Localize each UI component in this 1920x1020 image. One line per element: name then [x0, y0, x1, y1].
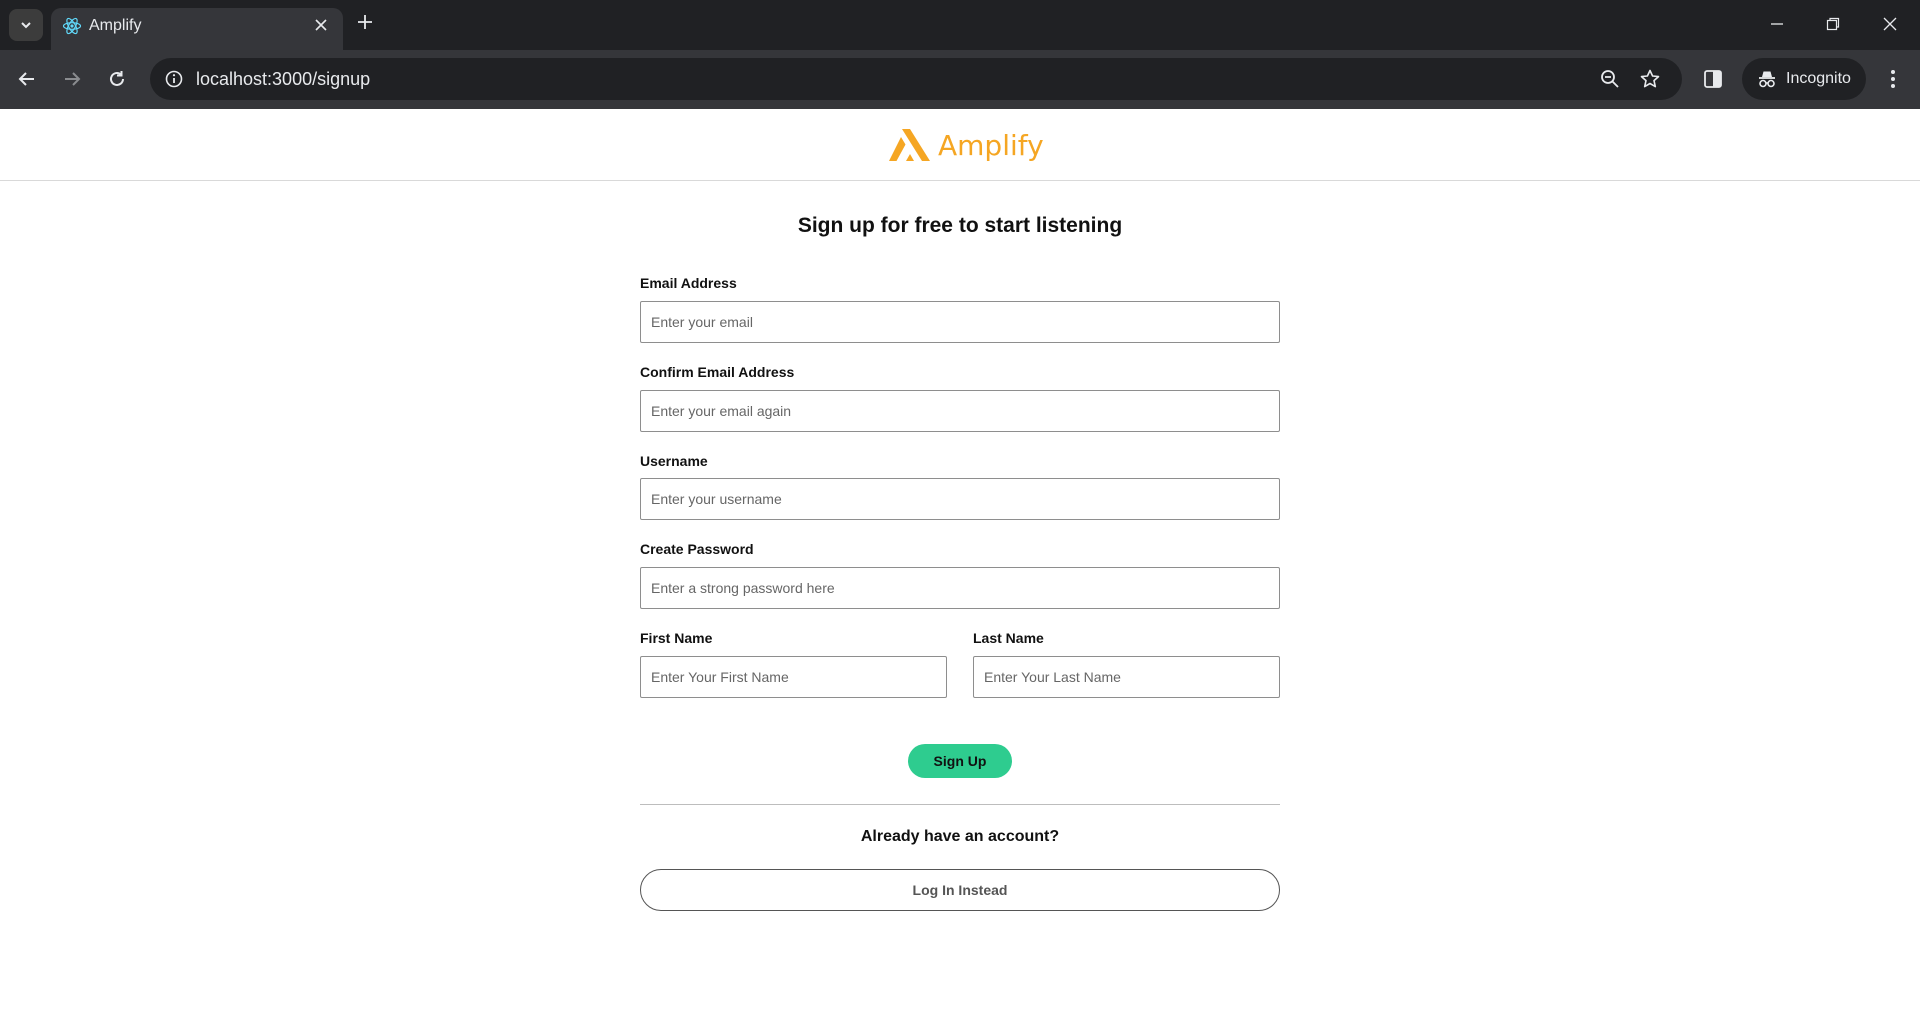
new-tab-button[interactable] — [353, 10, 377, 34]
username-field[interactable] — [640, 478, 1280, 520]
close-icon — [1883, 17, 1897, 31]
url-text: localhost:3000/signup — [196, 69, 371, 89]
restore-icon — [1826, 17, 1840, 31]
back-button[interactable] — [12, 64, 42, 94]
password-label: Create Password — [640, 541, 754, 557]
confirm-email-field[interactable] — [640, 390, 1280, 432]
browser-menu-button[interactable] — [1881, 64, 1905, 94]
browser-tab[interactable]: Amplify — [51, 8, 343, 50]
plus-icon — [358, 15, 372, 29]
side-panel-icon — [1704, 70, 1722, 88]
first-name-label: First Name — [640, 630, 713, 646]
arrow-right-icon — [65, 72, 81, 86]
zoom-button[interactable] — [1598, 67, 1622, 91]
forward-button[interactable] — [57, 64, 87, 94]
last-name-field[interactable] — [973, 656, 1280, 698]
bookmark-button[interactable] — [1638, 67, 1662, 91]
email-label: Email Address — [640, 275, 737, 291]
sign-up-button[interactable]: Sign Up — [908, 744, 1012, 778]
page-content: Amplify Sign up for free to start listen… — [0, 109, 1920, 1020]
info-icon — [165, 70, 183, 88]
brand-name: Amplify — [938, 128, 1044, 162]
browser-tab-bar: Amplify — [0, 0, 1920, 50]
incognito-label: Incognito — [1786, 70, 1851, 87]
tab-close-button[interactable] — [311, 15, 331, 35]
kebab-menu-icon — [1891, 70, 1895, 88]
confirm-email-label: Confirm Email Address — [640, 364, 795, 380]
site-info-button[interactable] — [162, 67, 186, 91]
restore-button[interactable] — [1821, 12, 1845, 36]
star-icon — [1640, 69, 1660, 88]
username-label: Username — [640, 453, 708, 469]
reload-icon — [110, 71, 124, 86]
chevron-down-icon — [21, 22, 31, 29]
minimize-icon — [1771, 23, 1783, 25]
last-name-label: Last Name — [973, 630, 1044, 646]
browser-toolbar: localhost:3000/signup Incognito — [0, 50, 1920, 109]
arrow-left-icon — [18, 72, 34, 86]
minimize-button[interactable] — [1765, 12, 1789, 36]
tab-search-button[interactable] — [9, 9, 43, 41]
reload-button[interactable] — [102, 64, 132, 94]
page-title: Sign up for free to start listening — [797, 214, 1123, 237]
brand[interactable]: Amplify — [888, 126, 1044, 164]
incognito-profile-button[interactable]: Incognito — [1742, 58, 1866, 100]
first-name-field[interactable] — [640, 656, 947, 698]
email-field[interactable] — [640, 301, 1280, 343]
password-field[interactable] — [640, 567, 1280, 609]
log-in-instead-button[interactable]: Log In Instead — [640, 869, 1280, 911]
amplify-logo-icon — [889, 129, 930, 161]
side-panel-button[interactable] — [1700, 66, 1726, 92]
close-window-button[interactable] — [1878, 12, 1902, 36]
address-bar[interactable]: localhost:3000/signup — [150, 58, 1682, 100]
site-header: Amplify — [0, 109, 1920, 181]
close-icon — [315, 19, 327, 31]
react-icon — [62, 17, 82, 35]
incognito-icon — [1759, 71, 1775, 88]
have-account-text: Already have an account? — [860, 828, 1060, 845]
tab-title: Amplify — [89, 17, 142, 34]
zoom-icon — [1601, 70, 1619, 88]
divider — [640, 804, 1280, 805]
